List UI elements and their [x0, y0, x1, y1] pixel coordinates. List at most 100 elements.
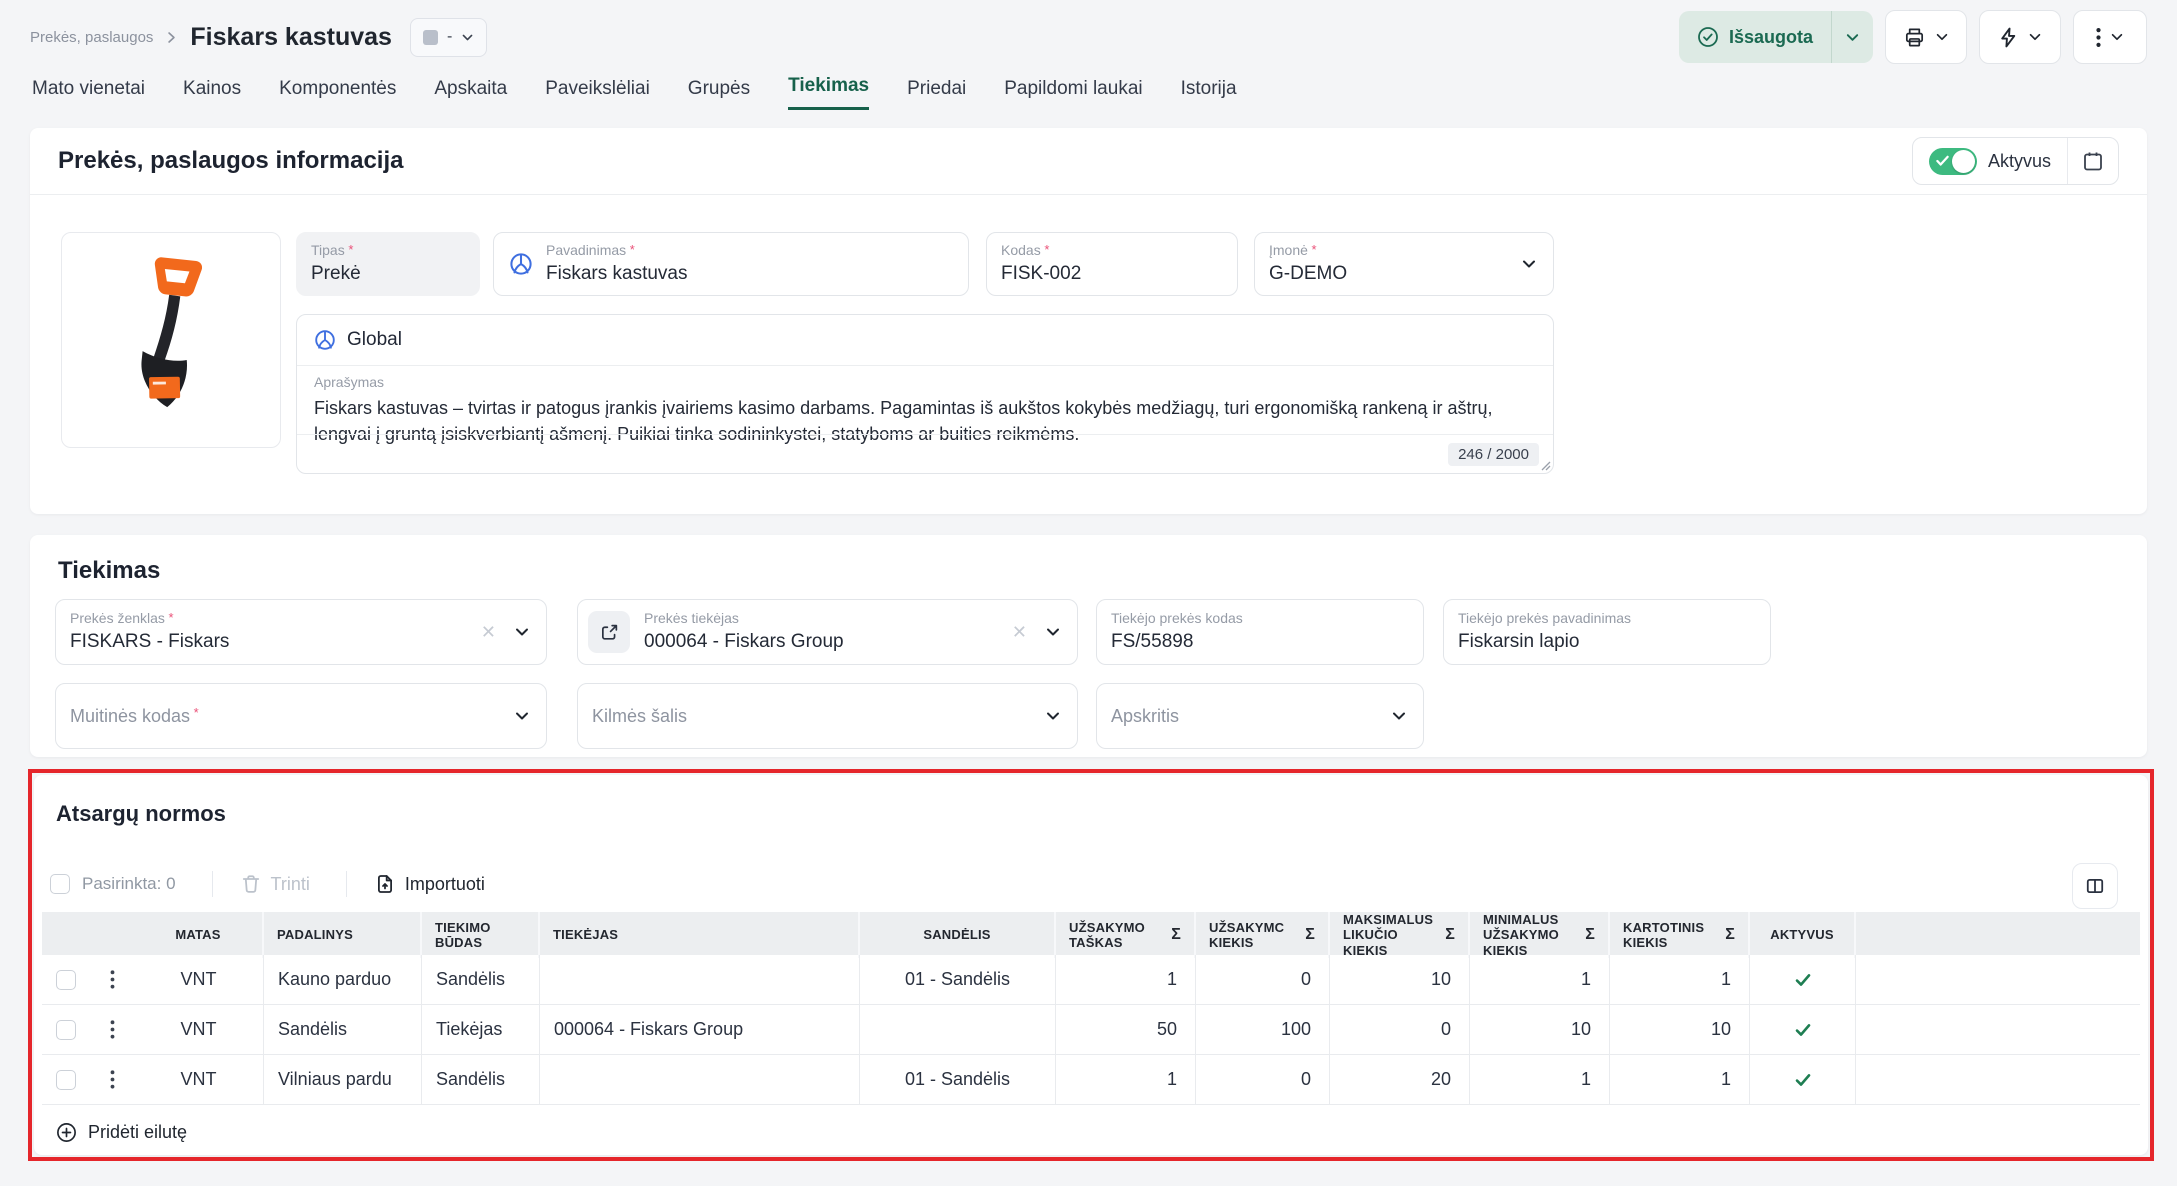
import-button[interactable]: Importuoti	[375, 874, 485, 895]
column-header-uzsakymo_kiekis[interactable]: UŽSAKYMC KIEKIS Σ	[1196, 912, 1330, 958]
check-icon	[1936, 155, 1949, 167]
sigma-icon[interactable]: Σ	[1445, 926, 1455, 944]
tab-priedai[interactable]: Priedai	[907, 78, 966, 110]
tab-tiekimas[interactable]: Tiekimas	[788, 75, 869, 110]
saved-button[interactable]: Išsaugota	[1679, 11, 1873, 63]
supplier-value: 000064 - Fiskars Group	[644, 630, 1063, 654]
origin-country-field[interactable]: Kilmės šalis	[577, 683, 1078, 749]
column-header-matas[interactable]: MATAS	[134, 912, 264, 958]
column-header-sandelis[interactable]: SANDĖLIS	[860, 912, 1056, 958]
column-header-uzsakymo_taskas[interactable]: UŽSAKYMO TAŠKASΣ	[1056, 912, 1196, 958]
stock-table-body: VNTKauno parduoSandėlis01 - Sandėlis1010…	[42, 955, 2140, 1105]
tab-grupes[interactable]: Grupės	[688, 78, 750, 110]
column-header-kartotinis_kiekis[interactable]: KARTOTINIS KIEKISΣ	[1610, 912, 1750, 958]
tab-papildomi-laukai[interactable]: Papildomi laukai	[1004, 78, 1142, 110]
saved-dropdown-button[interactable]	[1832, 11, 1873, 63]
clear-x-icon[interactable]: ✕	[481, 623, 496, 641]
supplier-item-code-field[interactable]: Tiekėjo prekės kodas FS/55898	[1096, 599, 1424, 665]
delete-button[interactable]: Trinti	[241, 874, 310, 895]
row-menu-button[interactable]	[104, 966, 121, 993]
chevron-down-icon[interactable]	[1521, 256, 1537, 272]
row-filler-cell	[1856, 955, 2140, 1004]
supplier-item-name-field[interactable]: Tiekėjo prekės pavadinimas Fiskarsin lap…	[1443, 599, 1771, 665]
column-header-maksimalus_likucio_kiekis[interactable]: MAKSIMALUS LIKUČIO KIEKISΣ	[1330, 912, 1470, 958]
company-field[interactable]: Įmonė G-DEMO	[1254, 232, 1554, 296]
table-row: VNTKauno parduoSandėlis01 - Sandėlis1010…	[42, 955, 2140, 1005]
chevron-down-icon[interactable]	[514, 708, 530, 724]
type-field: Tipas Prekė	[296, 232, 480, 296]
row-checkbox[interactable]	[56, 1070, 76, 1090]
product-image[interactable]	[61, 232, 281, 448]
column-header-tiekejas[interactable]: TIEKĖJAS	[540, 912, 860, 958]
cell-uzsakymo_kiekis: 0	[1196, 955, 1330, 1004]
county-field[interactable]: Apskritis	[1096, 683, 1424, 749]
tab-istorija[interactable]: Istorija	[1181, 78, 1237, 110]
sigma-icon[interactable]: Σ	[1171, 926, 1181, 944]
cell-sandelis: 01 - Sandėlis	[860, 1055, 1056, 1104]
name-field[interactable]: Pavadinimas Fiskars kastuvas	[493, 232, 969, 296]
supplier-field[interactable]: Prekės tiekėjas 000064 - Fiskars Group ✕	[577, 599, 1078, 665]
cell-tiekejas	[540, 1055, 860, 1104]
tab-apskaita[interactable]: Apskaita	[434, 78, 507, 110]
stock-norms-toolbar: Pasirinkta: 0 Trinti Importuoti	[50, 863, 485, 905]
customs-code-field[interactable]: Muitinės kodas	[55, 683, 547, 749]
row-checkbox[interactable]	[56, 1020, 76, 1040]
print-button[interactable]	[1885, 10, 1967, 64]
sigma-icon[interactable]: Σ	[1305, 926, 1315, 944]
cell-minimalus_uzsakymo_kiekis: 1	[1470, 955, 1610, 1004]
cell-aktyvus	[1750, 955, 1856, 1004]
calendar-button[interactable]	[2068, 138, 2118, 184]
column-header-padalinys[interactable]: PADALINYS	[264, 912, 422, 958]
open-supplier-button[interactable]	[588, 611, 630, 653]
column-label: MINIMALUS UŽSAKYMO KIEKIS	[1483, 912, 1578, 958]
more-menu-button[interactable]	[2073, 10, 2147, 64]
supplier-item-name-value: Fiskarsin lapio	[1458, 630, 1756, 654]
breadcrumb-parent-link[interactable]: Prekės, paslaugos	[30, 29, 153, 46]
sigma-icon[interactable]: Σ	[1725, 926, 1735, 944]
check-circle-icon	[1697, 26, 1719, 48]
resize-handle-icon[interactable]	[1541, 461, 1551, 471]
column-label: PADALINYS	[277, 927, 353, 942]
row-menu-cell	[90, 1055, 134, 1104]
tab-paveiksleliai[interactable]: Paveikslėliai	[545, 78, 650, 110]
column-label: MATAS	[175, 927, 220, 942]
code-field[interactable]: Kodas FISK-002	[986, 232, 1238, 296]
column-settings-button[interactable]	[2072, 863, 2118, 909]
row-filler-cell	[1856, 1055, 2140, 1104]
add-row-button[interactable]: Pridėti eilutę	[56, 1115, 187, 1149]
cell-uzsakymo_taskas: 1	[1056, 1055, 1196, 1104]
column-header-aktyvus[interactable]: AKTYVUS	[1750, 912, 1856, 958]
customs-code-label: Muitinės kodas	[70, 705, 532, 728]
supplier-item-name-label: Tiekėjo prekės pavadinimas	[1458, 610, 1756, 628]
row-menu-button[interactable]	[104, 1066, 121, 1093]
tab-komponentes[interactable]: Komponentės	[279, 78, 396, 110]
active-check-icon	[1794, 1021, 1812, 1039]
active-toggle[interactable]: Aktyvus	[1913, 138, 2067, 184]
chevron-down-icon[interactable]	[1391, 708, 1407, 724]
cell-minimalus_uzsakymo_kiekis: 10	[1470, 1005, 1610, 1054]
tab-mato-vienetai[interactable]: Mato vienetai	[32, 78, 145, 110]
cell-maksimalus_likucio_kiekis: 0	[1330, 1005, 1470, 1054]
actions-button[interactable]	[1979, 10, 2061, 64]
brand-field[interactable]: Prekės ženklas FISKARS - Fiskars ✕	[55, 599, 547, 665]
column-label: UŽSAKYMC KIEKIS	[1209, 920, 1298, 951]
variant-dropdown[interactable]: -	[410, 18, 487, 57]
chevron-down-icon	[461, 31, 474, 44]
chevron-down-icon[interactable]	[1045, 708, 1061, 724]
toggle-switch[interactable]	[1929, 148, 1977, 175]
chevron-down-icon[interactable]	[1045, 624, 1061, 640]
import-label: Importuoti	[405, 874, 485, 895]
clear-x-icon[interactable]: ✕	[1012, 623, 1027, 641]
toggle-knob	[1952, 150, 1975, 173]
company-label: Įmonė	[1269, 242, 1539, 260]
select-all-checkbox[interactable]	[50, 874, 70, 894]
supplier-item-code-value: FS/55898	[1111, 630, 1409, 654]
tab-kainos[interactable]: Kainos	[183, 78, 241, 110]
chevron-down-icon[interactable]	[514, 624, 530, 640]
cell-uzsakymo_taskas: 1	[1056, 955, 1196, 1004]
sigma-icon[interactable]: Σ	[1585, 926, 1595, 944]
column-header-minimalus_uzsakymo_kiekis[interactable]: MINIMALUS UŽSAKYMO KIEKIS Σ	[1470, 912, 1610, 958]
column-header-tiekimo_budas[interactable]: TIEKIMO BŪDAS	[422, 912, 540, 958]
row-menu-button[interactable]	[104, 1016, 121, 1043]
row-checkbox[interactable]	[56, 970, 76, 990]
